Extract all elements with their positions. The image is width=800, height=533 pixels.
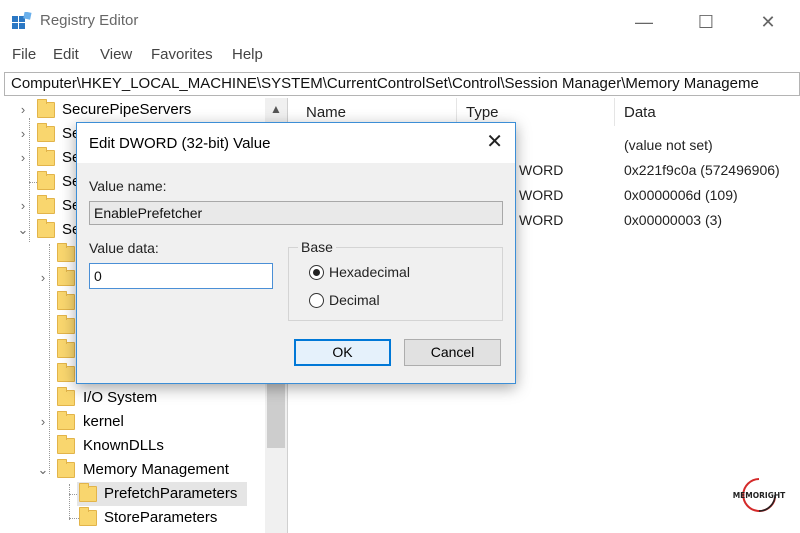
svg-text:MEMORIGHT: MEMORIGHT (733, 491, 786, 500)
value-data: 0x221f9c0a (572496906) (624, 162, 780, 178)
folder-icon (57, 363, 75, 382)
chevron-right-icon[interactable]: › (17, 122, 29, 146)
radio-decimal[interactable] (309, 293, 324, 308)
radio-hexadecimal-label[interactable]: Hexadecimal (329, 264, 410, 280)
tree-item[interactable]: › kernel (0, 410, 265, 434)
menu-file[interactable]: File (12, 46, 36, 63)
folder-icon (57, 243, 75, 262)
close-icon[interactable]: ✕ (486, 131, 503, 153)
dialog-title: Edit DWORD (32-bit) Value (89, 135, 271, 152)
menu-help[interactable]: Help (232, 46, 263, 63)
chevron-right-icon[interactable]: › (17, 194, 29, 218)
tree-item[interactable]: ⌄ Memory Management (0, 458, 265, 482)
value-name-label: Value name: (89, 178, 167, 194)
scroll-up-icon[interactable]: ▲ (265, 98, 287, 120)
base-groupbox (288, 247, 503, 321)
minimize-icon[interactable]: — (621, 8, 667, 36)
value-data: 0x0000006d (109) (624, 187, 738, 203)
tree-item[interactable]: StoreParameters (0, 506, 265, 530)
menu-view[interactable]: View (100, 46, 132, 63)
tree-item-label: KnownDLLs (83, 437, 164, 454)
value-data: 0x00000003 (3) (624, 212, 723, 228)
folder-icon (37, 147, 55, 166)
tree-item[interactable]: KnownDLLs (0, 434, 265, 458)
column-header-data[interactable]: Data (624, 104, 656, 121)
chevron-down-icon[interactable]: ⌄ (37, 458, 49, 482)
tree-item-label: SecurePipeServers (62, 101, 192, 118)
folder-icon (37, 219, 55, 238)
radio-hexadecimal[interactable] (309, 265, 324, 280)
chevron-right-icon[interactable]: › (37, 266, 49, 290)
dialog-title-bar: Edit DWORD (32-bit) Value ✕ (77, 123, 515, 163)
chevron-right-icon[interactable]: › (17, 146, 29, 170)
chevron-right-icon[interactable]: › (17, 98, 29, 122)
edit-dword-dialog: Edit DWORD (32-bit) Value ✕ Value name: … (76, 122, 516, 384)
value-data-input[interactable]: 0 (89, 263, 273, 289)
tree-item-selected[interactable]: PrefetchParameters (77, 482, 247, 506)
value-type: WORD (519, 162, 564, 178)
folder-icon (37, 99, 55, 118)
tree-item[interactable]: › SecurePipeServers (0, 98, 265, 122)
column-divider[interactable] (614, 98, 615, 126)
tree-item-label: I/O System (83, 389, 158, 406)
value-data: (value not set) (624, 137, 713, 153)
chevron-right-icon[interactable]: › (37, 410, 49, 434)
folder-icon (57, 459, 75, 478)
cancel-button[interactable]: Cancel (404, 339, 501, 366)
chevron-down-icon[interactable]: ⌄ (17, 218, 29, 242)
folder-icon (79, 507, 97, 526)
value-type: WORD (519, 187, 564, 203)
close-icon[interactable]: ✕ (745, 8, 791, 36)
menu-edit[interactable]: Edit (53, 46, 79, 63)
tree-item-label: Memory Management (83, 461, 229, 478)
folder-icon (79, 483, 97, 502)
registry-app-icon (12, 12, 32, 29)
maximize-icon[interactable]: ☐ (683, 8, 729, 36)
folder-icon (37, 171, 55, 190)
watermark-logo: MEMORIGHT (726, 476, 792, 514)
ok-button[interactable]: OK (294, 339, 391, 366)
tree-item-label: StoreParameters (104, 509, 218, 526)
folder-icon (57, 435, 75, 454)
folder-icon (57, 267, 75, 286)
folder-icon (37, 123, 55, 142)
address-bar[interactable]: Computer\HKEY_LOCAL_MACHINE\SYSTEM\Curre… (4, 72, 800, 96)
base-group-title: Base (298, 239, 336, 255)
folder-icon (57, 387, 75, 406)
tree-item-label: PrefetchParameters (104, 485, 238, 502)
tree-item-label: kernel (83, 413, 124, 430)
value-name-field: EnablePrefetcher (89, 201, 503, 225)
value-type: WORD (519, 212, 564, 228)
memoright-logo-icon: MEMORIGHT (733, 478, 786, 512)
tree-item[interactable]: I/O System (0, 386, 265, 410)
menu-bar: File Edit View Favorites Help (0, 42, 800, 70)
column-header-name[interactable]: Name (306, 104, 346, 121)
folder-icon (57, 315, 75, 334)
menu-favorites[interactable]: Favorites (151, 46, 213, 63)
folder-icon (37, 195, 55, 214)
title-bar: Registry Editor — ☐ ✕ (0, 0, 800, 42)
column-header-type[interactable]: Type (466, 104, 499, 121)
window-title: Registry Editor (40, 12, 139, 29)
folder-icon (57, 411, 75, 430)
radio-decimal-label[interactable]: Decimal (329, 292, 380, 308)
folder-icon (57, 291, 75, 310)
value-data-label: Value data: (89, 240, 159, 256)
folder-icon (57, 339, 75, 358)
